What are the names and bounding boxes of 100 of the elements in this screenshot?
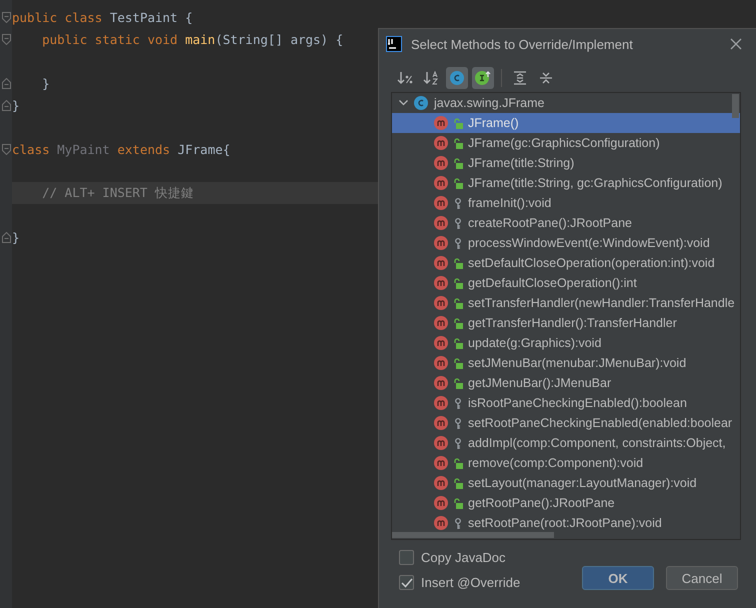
key-icon (453, 518, 463, 528)
method-item[interactable]: JFrame(gc:GraphicsConfiguration) (392, 133, 740, 153)
code-line: class MyPaint extends JFrame{ (12, 140, 232, 159)
method-item[interactable]: setTransferHandler(newHandler:TransferHandle (392, 293, 740, 313)
collapse-all-icon (539, 71, 553, 85)
sort-alphabetical-icon (423, 71, 439, 85)
method-signature: JFrame(gc:GraphicsConfiguration) (468, 136, 660, 150)
method-icon (434, 396, 448, 410)
method-item[interactable]: processWindowEvent(e:WindowEvent):void (392, 233, 740, 253)
key-icon (453, 418, 463, 428)
method-icon (434, 256, 448, 270)
class-icon (414, 96, 428, 110)
checkbox[interactable] (399, 575, 414, 590)
unlocked-icon (453, 478, 463, 488)
method-item[interactable]: createRootPane():JRootPane (392, 213, 740, 233)
toggle-button[interactable] (472, 67, 494, 89)
method-signature: getRootPane():JRootPane (468, 496, 615, 510)
method-item[interactable]: getDefaultCloseOperation():int (392, 273, 740, 293)
method-item[interactable]: JFrame(title:String) (392, 153, 740, 173)
unlocked-icon (453, 298, 463, 308)
unlocked-icon (453, 358, 463, 368)
method-signature: JFrame(title:String, gc:GraphicsConfiguration) (468, 176, 722, 190)
method-icon (434, 436, 448, 450)
chevron-icon (399, 100, 408, 106)
code-line: } (41, 74, 51, 92)
method-icon (434, 336, 448, 350)
key-icon (453, 438, 463, 448)
method-icon (434, 296, 448, 310)
method-item[interactable]: isRootPaneCheckingEnabled():boolean (392, 393, 740, 413)
method-icon (434, 516, 448, 530)
key-icon (453, 198, 463, 208)
method-icon (434, 136, 448, 150)
method-item[interactable]: setRootPaneCheckingEnabled(enabled:boolear (392, 413, 740, 433)
method-signature: setJMenuBar(menubar:JMenuBar):void (468, 356, 686, 370)
close-icon[interactable] (730, 38, 742, 50)
tree-item[interactable]: javax.swing.JFrame (392, 93, 740, 113)
method-icon (434, 456, 448, 470)
unlocked-icon (453, 278, 463, 288)
method-item[interactable]: setRootPane(root:JRootPane):void (392, 513, 740, 533)
method-item[interactable]: getJMenuBar():JMenuBar (392, 373, 740, 393)
code-line: } (12, 228, 21, 246)
method-icon (434, 216, 448, 230)
method-signature: setTransferHandler(newHandler:TransferHandle (468, 296, 735, 310)
sort-icon (397, 71, 413, 85)
method-icon (434, 476, 448, 490)
method-signature: getDefaultCloseOperation():int (468, 276, 637, 290)
method-icon (434, 116, 448, 130)
fold-icon[interactable] (2, 100, 10, 110)
ok-button[interactable]: OK (582, 566, 654, 590)
method-item[interactable]: getRootPane():JRootPane (392, 493, 740, 513)
interface-icon (475, 71, 491, 85)
key-icon (453, 398, 463, 408)
scrollbar[interactable] (392, 532, 554, 538)
method-signature: getJMenuBar():JMenuBar (468, 376, 612, 390)
method-item[interactable]: frameInit():void (392, 193, 740, 213)
method-signature: remove(comp:Component):void (468, 456, 644, 470)
checkbox[interactable] (399, 550, 414, 565)
unlocked-icon (453, 178, 463, 188)
expand-all-icon (513, 71, 527, 85)
unlocked-icon (453, 338, 463, 348)
method-icon (434, 376, 448, 390)
method-signature: setRootPaneCheckingEnabled(enabled:boolear (468, 416, 732, 430)
code-line: public static void main(String[] args) { (41, 30, 344, 49)
unlocked-icon (453, 118, 463, 128)
toggle-button[interactable] (446, 67, 468, 89)
class-icon (450, 71, 464, 85)
checkbox-label: Copy JavaDoc (421, 550, 506, 565)
method-signature: processWindowEvent(e:WindowEvent):void (468, 236, 710, 250)
method-item[interactable]: JFrame(title:String, gc:GraphicsConfiguration) (392, 173, 740, 193)
method-signature: addImpl(comp:Component, constraints:Object, (468, 436, 726, 450)
method-icon (434, 156, 448, 170)
method-item[interactable]: setLayout(manager:LayoutManager):void (392, 473, 740, 493)
method-item[interactable]: remove(comp:Component):void (392, 453, 740, 473)
method-signature: getTransferHandler():TransferHandler (468, 316, 677, 330)
fold-icon[interactable] (2, 12, 10, 22)
method-icon (434, 416, 448, 430)
unlocked-icon (453, 158, 463, 168)
method-item[interactable]: setJMenuBar(menubar:JMenuBar):void (392, 353, 740, 373)
cancel-button[interactable]: Cancel (666, 566, 738, 590)
method-item[interactable]: getTransferHandler():TransferHandler (392, 313, 740, 333)
method-item[interactable]: addImpl(comp:Component, constraints:Object, (392, 433, 740, 453)
fold-icon[interactable] (2, 78, 10, 88)
dialog-title: Select Methods to Override/Implement (411, 36, 634, 52)
code-line: } (12, 96, 21, 114)
unlocked-icon (453, 318, 463, 328)
method-item[interactable]: setDefaultCloseOperation(operation:int):void (392, 253, 740, 273)
method-signature: createRootPane():JRootPane (468, 216, 632, 230)
fold-icon[interactable] (2, 144, 10, 154)
method-item[interactable]: update(g:Graphics):void (392, 333, 740, 353)
method-signature: isRootPaneCheckingEnabled():boolean (468, 396, 687, 410)
method-signature: setRootPane(root:JRootPane):void (468, 516, 662, 530)
fold-icon[interactable] (2, 232, 10, 242)
scrollbar[interactable] (732, 94, 739, 118)
unlocked-icon (453, 498, 463, 508)
method-signature: JFrame() (468, 116, 519, 130)
unlocked-icon (453, 138, 463, 148)
fold-icon[interactable] (2, 34, 10, 44)
method-item[interactable]: JFrame() (392, 113, 740, 133)
app-logo-icon (386, 36, 402, 52)
unlocked-icon (453, 378, 463, 388)
